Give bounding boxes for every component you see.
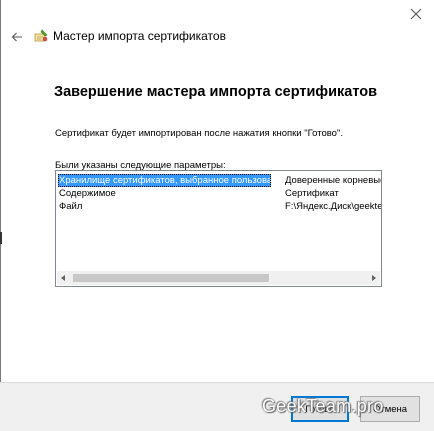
close-icon — [410, 8, 422, 20]
list-item[interactable]: Хранилище сертификатов, выбранное пользо… — [56, 174, 381, 187]
param-name: Содержимое — [59, 188, 116, 199]
params-list[interactable]: Хранилище сертификатов, выбранное пользо… — [55, 170, 382, 287]
back-arrow-icon — [11, 32, 22, 42]
param-value: F:\Яндекс.Диск\geekteam.pro — [285, 201, 382, 212]
param-value: Сертификат — [285, 188, 339, 199]
cancel-button[interactable]: Отмена — [360, 396, 420, 422]
certificate-wizard-icon — [34, 29, 48, 42]
list-item[interactable]: Содержимое Сертификат — [56, 187, 381, 200]
window-edge-marker — [0, 232, 2, 244]
horizontal-scrollbar[interactable] — [57, 271, 380, 285]
page-heading: Завершение мастера импорта сертификатов — [54, 84, 378, 100]
page-description: Сертификат будет импортирован после нажа… — [55, 128, 343, 139]
scroll-left-icon[interactable] — [61, 275, 65, 281]
back-button[interactable] — [8, 28, 26, 46]
param-value: Доверенные корневые центры — [285, 175, 382, 186]
scroll-right-icon[interactable] — [372, 275, 376, 281]
wizard-title: Мастер импорта сертификатов — [53, 29, 226, 43]
param-name: Хранилище сертификатов, выбранное пользо… — [58, 174, 271, 187]
list-item[interactable]: Файл F:\Яндекс.Диск\geekteam.pro — [56, 200, 381, 213]
param-name: Файл — [59, 201, 83, 212]
finish-button[interactable]: Готово — [291, 396, 349, 422]
scrollbar-thumb[interactable] — [73, 274, 269, 282]
window-left-edge — [0, 0, 1, 430]
close-button[interactable] — [402, 4, 430, 24]
